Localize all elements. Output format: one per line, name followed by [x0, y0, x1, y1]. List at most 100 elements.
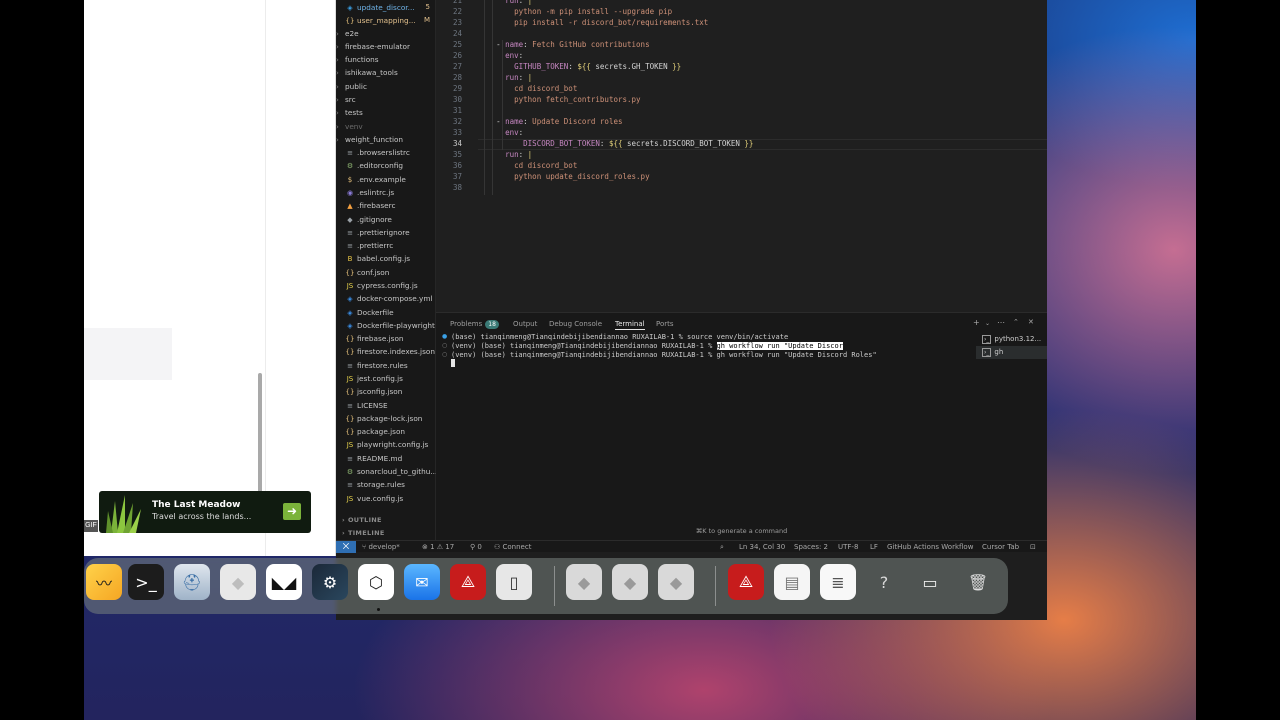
trash-icon[interactable]: 🗑	[960, 564, 996, 600]
file-item[interactable]: ◉ .eslintrc.js	[336, 186, 436, 199]
folder-item[interactable]: › e2e	[336, 27, 436, 40]
unity-icon[interactable]: ⬡	[358, 564, 394, 600]
file-item[interactable]: Bbabel.config.js	[336, 252, 436, 265]
unknown-icon[interactable]: ?	[866, 564, 902, 600]
file-item[interactable]: ≡ .prettierignore	[336, 226, 436, 239]
code-line[interactable]: run: |	[478, 149, 532, 160]
mmhmm-icon[interactable]: 〰	[86, 564, 122, 600]
code-line[interactable]: pip install -r discord_bot/requirements.…	[478, 17, 708, 28]
scrollbar[interactable]	[258, 373, 262, 498]
file-item[interactable]: ≡ .browserslistrc	[336, 146, 436, 159]
indentation[interactable]: Spaces: 2	[794, 541, 828, 553]
outline-section[interactable]: › OUTLINE	[336, 514, 436, 526]
file-item[interactable]: {} package-lock.json	[336, 412, 436, 425]
code-line[interactable]: - name: Update Discord roles	[478, 116, 622, 127]
file-item[interactable]: ⚙ sonarcloud_to_githu...	[336, 465, 436, 478]
ad-banner[interactable]: The Last Meadow Travel across the lands.…	[99, 491, 311, 533]
new-terminal-icon[interactable]: +	[973, 318, 980, 327]
folder-item[interactable]: › functions	[336, 53, 436, 66]
code-line[interactable]: DISCORD_BOT_TOKEN: ${{ secrets.DISCORD_B…	[478, 138, 753, 149]
folder-item[interactable]: › public	[336, 80, 436, 93]
file-item[interactable]: ≡ firestore.rules	[336, 359, 436, 372]
chevron-down-icon[interactable]: ⌄	[985, 320, 990, 327]
code-editor[interactable]: 21 run: | 22 python -m pip install --upgr…	[436, 0, 1047, 312]
command-status-icon[interactable]: ○	[442, 351, 447, 358]
file-item[interactable]: {} conf.json	[336, 266, 436, 279]
timeline-section[interactable]: › TIMELINE	[336, 527, 436, 539]
roblox-icon[interactable]: ◆	[566, 564, 602, 600]
file-item[interactable]: JS jest.config.js	[336, 372, 436, 385]
code-line[interactable]: cd discord_bot	[478, 83, 577, 94]
terminal-list-item[interactable]: ›_ gh	[976, 346, 1047, 359]
code-line[interactable]: python -m pip install --upgrade pip	[478, 6, 672, 17]
file-item[interactable]: {} firestore.indexes.json	[336, 345, 436, 358]
tab-debug-console[interactable]: Debug Console	[549, 318, 602, 330]
file-item[interactable]: ≡ .prettierrc	[336, 239, 436, 252]
notifications-icon[interactable]: ⊡	[1030, 541, 1036, 553]
file-item[interactable]: ◆ .gitignore	[336, 213, 436, 226]
code-line[interactable]: run: |	[478, 72, 532, 83]
roblox-icon[interactable]: ◆	[612, 564, 648, 600]
file-item[interactable]: JS cypress.config.js	[336, 279, 436, 292]
file-stack-icon[interactable]: ▭	[912, 564, 948, 600]
terminal-icon[interactable]: >_	[128, 564, 164, 600]
file-item[interactable]: ⚙ .editorconfig	[336, 159, 436, 172]
tab-ports[interactable]: Ports	[656, 318, 674, 330]
file-item[interactable]: {} firebase.json	[336, 332, 436, 345]
more-icon[interactable]: ⋯	[997, 318, 1005, 327]
terminal-list-item[interactable]: ›_ python3.12...	[976, 333, 1047, 346]
command-status-icon[interactable]: ○	[442, 342, 447, 349]
file-item[interactable]: ≡ README.md	[336, 452, 436, 465]
file-item[interactable]: {} package.json	[336, 425, 436, 438]
file-item[interactable]: ◈ Dockerfile	[336, 306, 436, 319]
document-icon[interactable]: ≣	[820, 564, 856, 600]
file-item[interactable]: JS playwright.config.js	[336, 438, 436, 451]
code-line[interactable]: - name: Fetch GitHub contributions	[478, 39, 650, 50]
list-selection[interactable]	[84, 328, 172, 380]
code-line[interactable]: env:	[478, 127, 523, 138]
file-item[interactable]: ≡ LICENSE	[336, 399, 436, 412]
acrobat-folder-icon[interactable]: ⟁	[728, 564, 764, 600]
steam-icon[interactable]: ⚙	[312, 564, 348, 600]
folder-item[interactable]: › src	[336, 93, 436, 106]
folder-item[interactable]: › ishikawa_tools	[336, 66, 436, 79]
folder-item[interactable]: › venv	[336, 120, 436, 133]
encoding[interactable]: UTF-8	[838, 541, 858, 553]
cursor-position[interactable]: Ln 34, Col 30	[739, 541, 785, 553]
file-item[interactable]: ▲ .firebaserc	[336, 199, 436, 212]
open-editor-item[interactable]: {} user_mapping... M	[336, 14, 436, 27]
code-line[interactable]: env:	[478, 50, 523, 61]
tab-problems[interactable]: Problems 18	[450, 318, 499, 330]
cursor-tab[interactable]: Cursor Tab	[982, 541, 1019, 553]
command-status-icon[interactable]: ●	[442, 333, 447, 340]
code-line[interactable]: GITHUB_TOKEN: ${{ secrets.GH_TOKEN }}	[478, 61, 681, 72]
ports-indicator[interactable]: ⚲ 0	[470, 541, 482, 553]
disk-utility-icon[interactable]: ⛑	[174, 564, 210, 600]
folder-item[interactable]: › tests	[336, 106, 436, 119]
file-item[interactable]: ◈ docker-compose.yml	[336, 292, 436, 305]
ad-go-button[interactable]: ➜	[283, 503, 301, 520]
errors-indicator[interactable]: ⊗ 1 ⚠ 17	[422, 541, 454, 553]
tab-output[interactable]: Output	[513, 318, 537, 330]
file-item[interactable]: ≡ storage.rules	[336, 478, 436, 491]
connect-button[interactable]: ⚇ Connect	[494, 541, 531, 553]
language-mode[interactable]: GitHub Actions Workflow	[887, 541, 973, 553]
roblox-icon[interactable]: ◆	[220, 564, 256, 600]
folder-item[interactable]: › weight_function	[336, 133, 436, 146]
branch-indicator[interactable]: ⑂ develop*	[362, 541, 400, 553]
line-ending[interactable]: LF	[870, 541, 878, 553]
file-item[interactable]: JS vue.config.js	[336, 492, 436, 505]
code-line[interactable]: cd discord_bot	[478, 160, 577, 171]
close-icon[interactable]: ✕	[1028, 318, 1034, 326]
maximize-icon[interactable]: ⌃	[1013, 318, 1019, 326]
file-item[interactable]: ◈ Dockerfile-playwright	[336, 319, 436, 332]
open-editor-item[interactable]: ◈ update_discor... 5	[336, 1, 436, 14]
roblox-icon[interactable]: ◆	[658, 564, 694, 600]
file-item[interactable]: {} jsconfig.json	[336, 385, 436, 398]
remote-icon[interactable]: ⨉	[336, 541, 356, 553]
acrobat-icon[interactable]: ⟁	[450, 564, 486, 600]
tab-terminal[interactable]: Terminal	[615, 318, 645, 330]
file-item[interactable]: $ .env.example	[336, 173, 436, 186]
nightowl-icon[interactable]: ◣◢	[266, 564, 302, 600]
iphone-mirroring-icon[interactable]: ▯	[496, 564, 532, 600]
